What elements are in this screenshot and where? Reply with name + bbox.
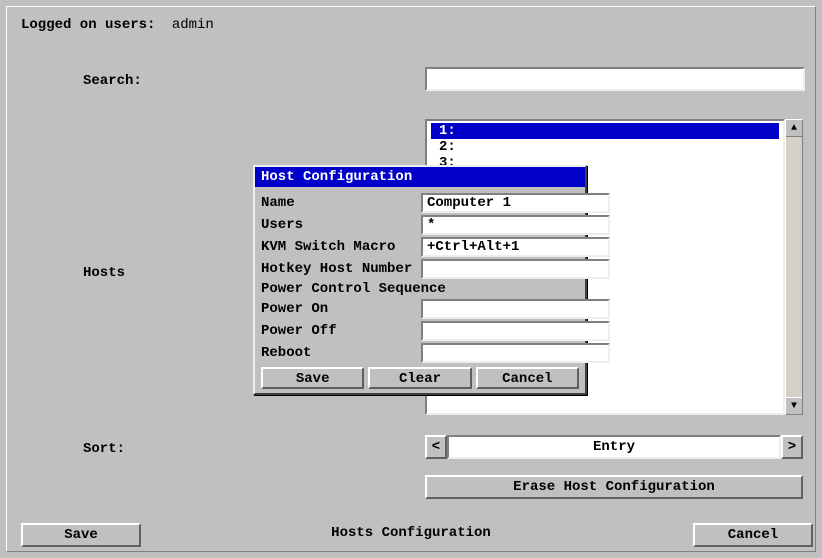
logged-label: Logged on users: xyxy=(21,17,155,33)
sort-value: Entry xyxy=(447,435,781,459)
kvm-macro-input[interactable] xyxy=(421,237,610,257)
logged-on-users: Logged on users: admin xyxy=(21,17,214,33)
reboot-label: Reboot xyxy=(261,345,421,361)
sort-prev-button[interactable]: < xyxy=(425,435,447,459)
search-label: Search: xyxy=(83,73,142,89)
name-label: Name xyxy=(261,195,421,211)
dialog-title: Host Configuration xyxy=(255,167,585,187)
name-input[interactable] xyxy=(421,193,610,213)
power-off-input[interactable] xyxy=(421,321,610,341)
host-config-dialog: Host Configuration Name Users KVM Switch… xyxy=(253,165,587,395)
scroll-down-icon[interactable]: ▼ xyxy=(786,397,802,414)
list-item[interactable]: 2: xyxy=(431,139,779,155)
power-control-section-label: Power Control Sequence xyxy=(261,281,579,297)
search-input[interactable] xyxy=(425,67,805,91)
main-panel: Logged on users: admin Search: Hosts 1: … xyxy=(6,6,816,552)
dialog-body: Name Users KVM Switch Macro Hotkey Host … xyxy=(255,187,585,393)
users-input[interactable] xyxy=(421,215,610,235)
scroll-up-icon[interactable]: ▲ xyxy=(786,120,802,137)
dialog-clear-button[interactable]: Clear xyxy=(368,367,471,389)
list-item[interactable]: 1: xyxy=(431,123,779,139)
sort-selector: < Entry > xyxy=(425,435,803,459)
power-on-input[interactable] xyxy=(421,299,610,319)
sort-label: Sort: xyxy=(83,441,125,457)
cancel-button[interactable]: Cancel xyxy=(693,523,813,547)
hotkey-label: Hotkey Host Number xyxy=(261,261,421,277)
kvm-macro-label: KVM Switch Macro xyxy=(261,239,421,255)
hosts-label: Hosts xyxy=(83,265,125,281)
power-on-label: Power On xyxy=(261,301,421,317)
sort-next-button[interactable]: > xyxy=(781,435,803,459)
listbox-scrollbar[interactable]: ▲ ▼ xyxy=(785,119,803,415)
reboot-input[interactable] xyxy=(421,343,610,363)
erase-host-config-button[interactable]: Erase Host Configuration xyxy=(425,475,803,499)
logged-value: admin xyxy=(172,17,214,33)
dialog-cancel-button[interactable]: Cancel xyxy=(476,367,579,389)
dialog-save-button[interactable]: Save xyxy=(261,367,364,389)
users-label: Users xyxy=(261,217,421,233)
hotkey-input[interactable] xyxy=(421,259,610,279)
power-off-label: Power Off xyxy=(261,323,421,339)
